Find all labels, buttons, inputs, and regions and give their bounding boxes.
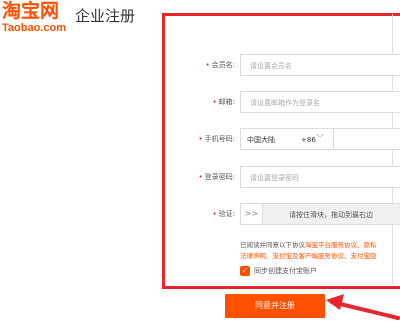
slider-handle[interactable]: >> <box>241 204 263 224</box>
agreement-text: 已阅读并同意以下协议淘宝平台服务协议、隐私 法律声明、支付宝及客户端服务协议、支… <box>240 240 400 262</box>
registration-page: 淘宝网 Taobao.com 企业注册 • 会员名: 请设置会员名 • 邮箱: 请设… <box>0 0 400 331</box>
page-title: 企业注册 <box>75 7 136 25</box>
required-mark: • <box>198 173 203 181</box>
taobao-logo[interactable]: 淘宝网 <box>2 0 59 22</box>
required-mark: • <box>212 210 217 218</box>
member-name-placeholder: 请设置会员名 <box>250 62 292 70</box>
agreement-link-1[interactable]: 淘宝平台服务协议、隐私 <box>305 241 377 249</box>
arrow-head <box>326 294 344 310</box>
taobao-logo-domain: Taobao.com <box>2 22 66 34</box>
agreement-link-2[interactable]: 法律声明、支付宝及客户端服务协议、支付宝隐 <box>240 251 400 262</box>
email-label: • 邮箱: <box>212 98 236 106</box>
verify-label: • 验证: <box>212 210 236 218</box>
member-name-input[interactable]: 请设置会员名 <box>240 54 400 76</box>
verify-slider[interactable]: >> 请按住滑块，拖动到最右边 <box>240 203 400 225</box>
password-placeholder: 请设置登录密码 <box>250 174 299 182</box>
chevron-down-icon[interactable]: ﹀ <box>316 134 324 144</box>
required-mark: • <box>212 98 217 106</box>
required-mark: • <box>198 135 203 143</box>
email-placeholder: 请设置邮箱作为登录名 <box>250 99 320 107</box>
agree-and-register-button[interactable]: 同意并注册 <box>225 294 325 318</box>
password-label: • 登录密码: <box>198 173 236 181</box>
phone-label: • 手机号码: <box>198 135 236 143</box>
arrow-shaft <box>330 300 400 320</box>
phone-input[interactable]: 中国大陆 +86 ﹀ <box>240 128 400 150</box>
required-mark: • <box>205 61 210 69</box>
red-arrow-annotation <box>326 294 400 320</box>
alipay-label: 同步创建支付宝账户 <box>254 267 317 275</box>
country-select[interactable]: 中国大陆 <box>247 135 275 145</box>
password-input[interactable]: 请设置登录密码 <box>240 166 400 188</box>
checkbox-checked-icon[interactable]: ✓ <box>240 266 250 276</box>
phone-divider <box>333 129 334 149</box>
member-name-label: • 会员名: <box>205 61 236 69</box>
agreement-line-1: 已阅读并同意以下协议淘宝平台服务协议、隐私 <box>240 241 377 249</box>
country-code: +86 <box>301 136 316 144</box>
slider-hint: 请按住滑块，拖动到最右边 <box>289 211 373 219</box>
email-input[interactable]: 请设置邮箱作为登录名 <box>240 91 400 113</box>
